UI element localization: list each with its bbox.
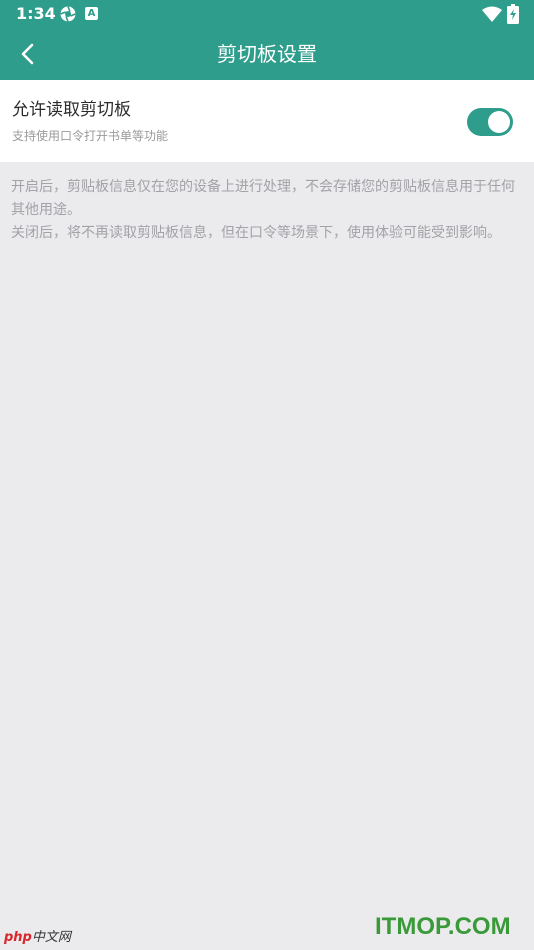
toggle-knob <box>488 111 510 133</box>
aperture-icon <box>59 5 77 23</box>
php-logo: php <box>4 930 32 945</box>
app-bar: 剪切板设置 <box>0 28 534 80</box>
clipboard-toggle[interactable] <box>467 108 513 136</box>
php-cn-watermark: php中文网 <box>4 928 71 948</box>
clipboard-setting-row: 允许读取剪切板 支持使用口令打开书单等功能 <box>0 80 534 162</box>
setting-subtitle: 支持使用口令打开书单等功能 <box>12 129 169 143</box>
status-time: 1:34 <box>16 4 56 23</box>
info-description: 开启后，剪贴板信息仅在您的设备上进行处理，不会存储您的剪贴板信息用于任何其他用途… <box>11 176 521 245</box>
battery-charging-icon <box>507 4 519 24</box>
php-cn-text: 中文网 <box>31 930 71 945</box>
chevron-left-icon <box>21 43 34 65</box>
setting-title: 允许读取剪切板 <box>12 100 131 120</box>
info-paragraph-disabled: 关闭后，将不再读取剪贴板信息，但在口令等场景下，使用体验可能受到影响。 <box>11 225 501 241</box>
wifi-icon <box>482 6 502 22</box>
a-badge-icon: A <box>85 7 98 20</box>
itmop-watermark: ITMOP.COM <box>375 913 511 940</box>
status-bar: 1:34 A <box>0 0 534 28</box>
info-paragraph-enabled: 开启后，剪贴板信息仅在您的设备上进行处理，不会存储您的剪贴板信息用于任何其他用途… <box>11 179 515 218</box>
back-button[interactable] <box>6 32 50 76</box>
page-title: 剪切板设置 <box>217 42 317 66</box>
